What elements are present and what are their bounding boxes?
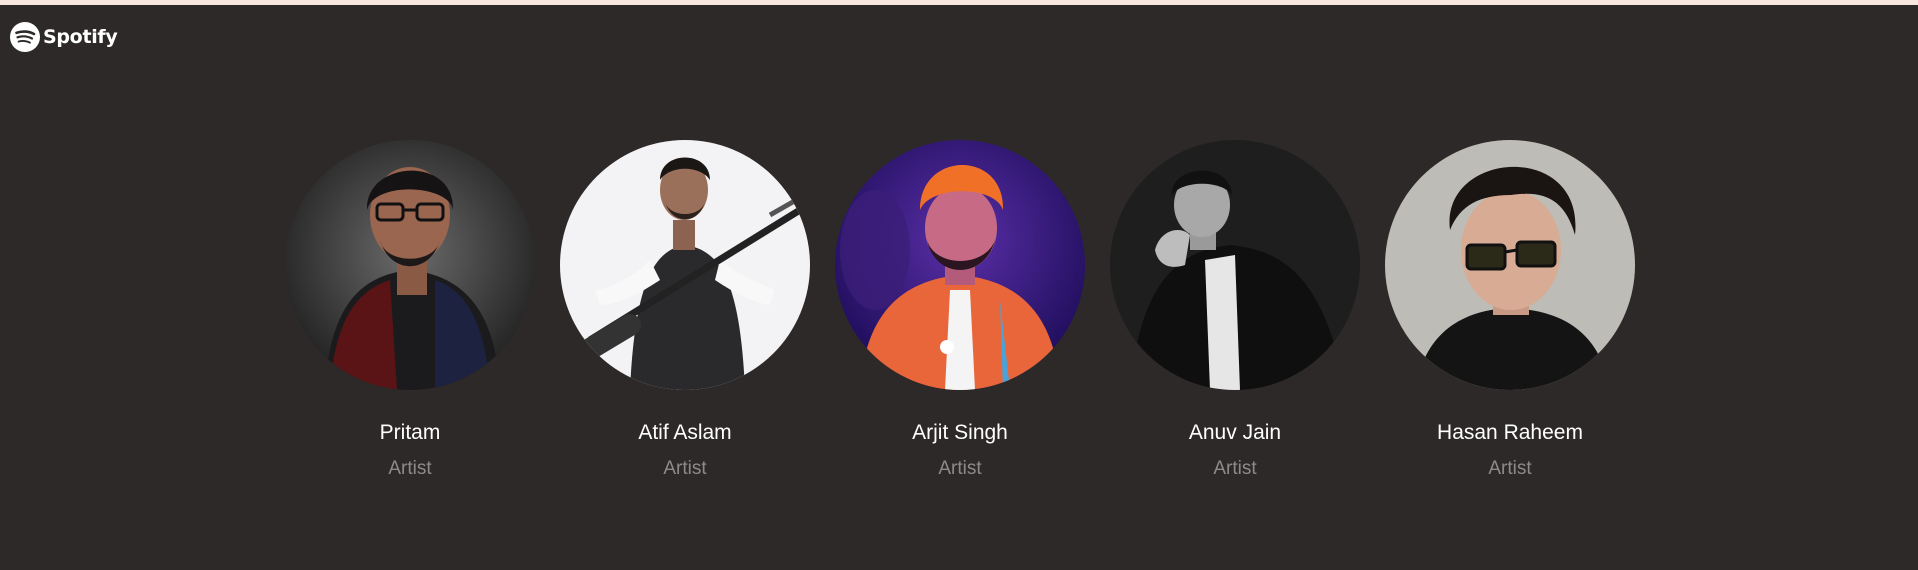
artist-photo (1385, 140, 1635, 390)
artist-name: Atif Aslam (638, 421, 732, 444)
artist-avatar (285, 140, 535, 390)
artist-role: Artist (388, 458, 432, 479)
artist-avatar (835, 140, 1085, 390)
artist-role: Artist (663, 458, 707, 479)
artist-avatar (1110, 140, 1360, 390)
artist-role: Artist (1213, 458, 1257, 479)
artist-name: Pritam (379, 421, 441, 444)
brand-name: Spotify (43, 26, 118, 48)
artist-photo (560, 140, 810, 390)
top-strip (0, 0, 1918, 5)
spotify-logo-icon (10, 22, 40, 52)
artist-card-arjit-singh[interactable]: Arjit Singh Artist (835, 140, 1085, 480)
artist-photo (285, 140, 535, 390)
spotify-logo[interactable]: Spotify (10, 22, 118, 52)
artist-card-pritam[interactable]: Pritam Artist (285, 140, 535, 480)
artist-avatar (560, 140, 810, 390)
artist-role: Artist (1488, 458, 1532, 479)
artist-card-anuv-jain[interactable]: Anuv Jain Artist (1110, 140, 1360, 480)
artist-photo (835, 140, 1085, 390)
artist-name: Hasan Raheem (1437, 421, 1583, 444)
artist-avatar (1385, 140, 1635, 390)
artist-photo (1110, 140, 1360, 390)
artist-card-atif-aslam[interactable]: Atif Aslam Artist (560, 140, 810, 480)
artist-role: Artist (938, 458, 982, 479)
artist-card-hasan-raheem[interactable]: Hasan Raheem Artist (1385, 140, 1635, 480)
artist-name: Anuv Jain (1188, 421, 1282, 444)
artist-name: Arjit Singh (912, 421, 1008, 444)
